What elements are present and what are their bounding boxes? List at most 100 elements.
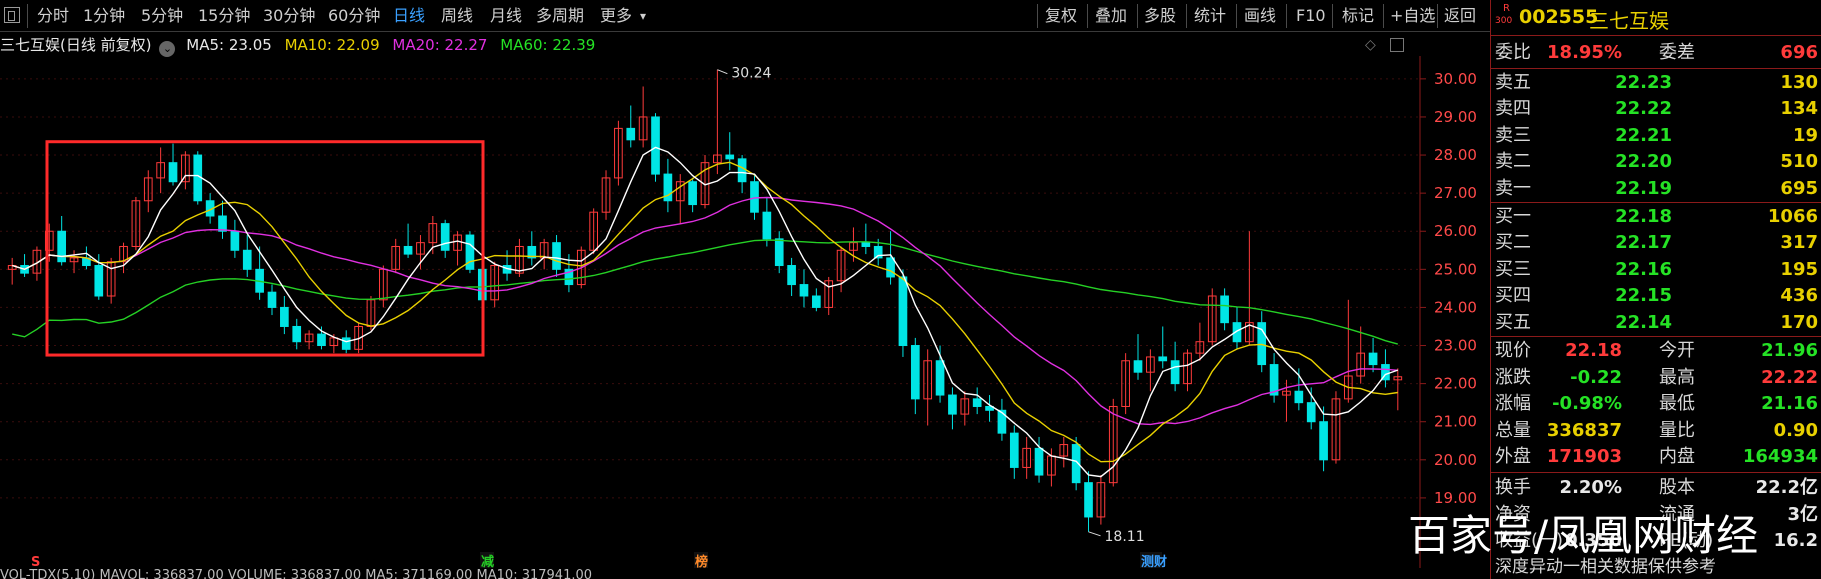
settings-dropdown-icon[interactable]: ⌄ (159, 41, 176, 57)
toolbar-divider (1236, 4, 1237, 28)
weibi-label: 委比 (1495, 42, 1531, 63)
level-label: 卖五 (1495, 72, 1531, 93)
buy-level-1: 买一 22.18 1066 (1491, 204, 1821, 230)
row-label-2: 内盘 (1659, 446, 1695, 468)
toolbar-divider (1437, 4, 1438, 28)
badge-300: 300 (1495, 16, 1513, 26)
candle-body (403, 245, 413, 255)
candle-body (750, 181, 759, 213)
stat-row: 涨跌 -0.22 最高 22.22 (1491, 365, 1821, 391)
level-price: 22.16 (1615, 258, 1672, 280)
divider (1491, 68, 1821, 69)
y-tick-label: 23.00 (1434, 337, 1477, 355)
highlight-box (45, 140, 485, 357)
add-watchlist-button[interactable]: +自选 (1390, 4, 1435, 28)
y-tick-label: 26.00 (1434, 222, 1477, 240)
level-price: 22.15 (1615, 285, 1672, 307)
row-label: 现价 (1495, 340, 1531, 361)
candle-body (972, 398, 982, 407)
multi-stock-button[interactable]: 多股 (1144, 4, 1176, 28)
event-marker: 减 (481, 554, 494, 568)
overlay-button[interactable]: 叠加 (1095, 4, 1127, 28)
period-tab-multi[interactable]: 多周期 (536, 4, 584, 28)
stat-row: 总量 336837 量比 0.90 (1491, 418, 1821, 444)
level-price: 22.23 (1615, 72, 1672, 93)
row-label-2: 最低 (1659, 393, 1695, 415)
stock-name: 三七互娱 (1589, 9, 1669, 33)
draw-line-button[interactable]: 画线 (1244, 4, 1276, 28)
level-price: 22.14 (1615, 311, 1672, 333)
candle-body (737, 158, 747, 183)
period-tab-15min[interactable]: 15分钟 (198, 4, 250, 28)
y-tick-label: 30.00 (1434, 70, 1477, 88)
stat-row: 涨幅 -0.98% 最低 21.16 (1491, 391, 1821, 417)
candle-body (1133, 360, 1143, 373)
row-label: 总量 (1495, 419, 1531, 441)
high-price-label: 30.24 (731, 66, 771, 82)
high-pointer (717, 69, 728, 75)
row-value-2: 164934 (1742, 446, 1818, 468)
toolbar-divider (1137, 4, 1138, 28)
candle-body (1084, 482, 1093, 518)
row-value-2: 22.2亿 (1755, 477, 1818, 498)
back-button[interactable]: 返回 (1444, 4, 1476, 28)
buy-level-4: 买四 22.15 436 (1491, 283, 1821, 309)
row-value-2: 16.2 (1773, 530, 1818, 552)
candle-body (688, 181, 697, 206)
candle-body (317, 333, 326, 347)
row-label: 涨跌 (1495, 366, 1531, 388)
candle-body (292, 325, 302, 343)
f10-button[interactable]: F10 (1296, 4, 1326, 28)
period-tab-more[interactable]: 更多 (600, 4, 632, 28)
period-tab-monthly[interactable]: 月线 (490, 4, 522, 28)
period-tab-30min[interactable]: 30分钟 (263, 4, 315, 28)
toolbar-divider (1286, 4, 1287, 28)
period-tab-daily[interactable]: 日线 (393, 4, 425, 28)
panel-toggle-icon[interactable] (1390, 38, 1404, 52)
candle-body (552, 242, 561, 270)
weicha-label: 委差 (1659, 42, 1695, 63)
stat-row: 现价 22.18 今开 21.96 (1491, 338, 1821, 364)
volume-indicator-line: VOL-TDX(5,10) MAVOL: 336837.00 VOLUME: 3… (0, 568, 593, 579)
row-value: 22.18 (1565, 340, 1622, 361)
level-price: 22.20 (1615, 151, 1672, 173)
quote-panel: R 300 002555 三七互娱 委比 18.95% 委差 696 卖五 22.… (1490, 0, 1821, 579)
fuquan-button[interactable]: 复权 (1045, 4, 1077, 28)
toolbar-divider (1186, 4, 1187, 28)
y-tick-label: 21.00 (1434, 413, 1477, 431)
row-value-2: 0.90 (1773, 419, 1818, 441)
window-toggle-icon[interactable] (4, 7, 20, 23)
row-value: -0.98% (1552, 393, 1622, 415)
stats-button[interactable]: 统计 (1194, 4, 1226, 28)
candle-body (935, 360, 945, 396)
mark-button[interactable]: 标记 (1342, 4, 1374, 28)
period-tab-1min[interactable]: 1分钟 (83, 4, 125, 28)
row-value-2: 21.16 (1761, 393, 1818, 415)
period-tab-fenshi[interactable]: 分时 (37, 4, 69, 28)
period-tab-60min[interactable]: 60分钟 (328, 4, 380, 28)
period-tab-5min[interactable]: 5分钟 (141, 4, 183, 28)
level-volume: 170 (1780, 311, 1818, 333)
y-tick-label: 27.00 (1434, 184, 1477, 202)
candle-body (168, 162, 178, 183)
kline-chart[interactable]: 30.00 29.00 28.00 27.00 26.00 25.00 24.00 23.00… (0, 56, 1490, 568)
diamond-icon[interactable]: ◇ (1365, 37, 1376, 53)
row-label-2: 最高 (1659, 366, 1695, 388)
level-volume: 134 (1780, 98, 1818, 120)
period-tab-weekly[interactable]: 周线 (441, 4, 473, 28)
stat-row: 换手 2.20% 股本 22.2亿 (1491, 475, 1821, 501)
sell-level-1: 卖一 22.19 695 (1491, 176, 1821, 202)
row-label-2: 今开 (1659, 340, 1695, 361)
buy-level-5: 买五 22.14 170 (1491, 310, 1821, 336)
level-volume: 695 (1780, 177, 1818, 199)
row-label-2: 股本 (1659, 477, 1695, 498)
divider (1491, 472, 1821, 473)
level-price: 22.21 (1615, 124, 1672, 146)
row-label-2: 量比 (1659, 419, 1695, 441)
level-label: 买二 (1495, 232, 1531, 254)
candle-body (280, 306, 289, 327)
candle-body (799, 284, 809, 297)
more-arrow-icon[interactable]: ▾ (640, 4, 646, 28)
candle-body (1158, 356, 1168, 362)
row-value: 171903 (1546, 446, 1622, 468)
